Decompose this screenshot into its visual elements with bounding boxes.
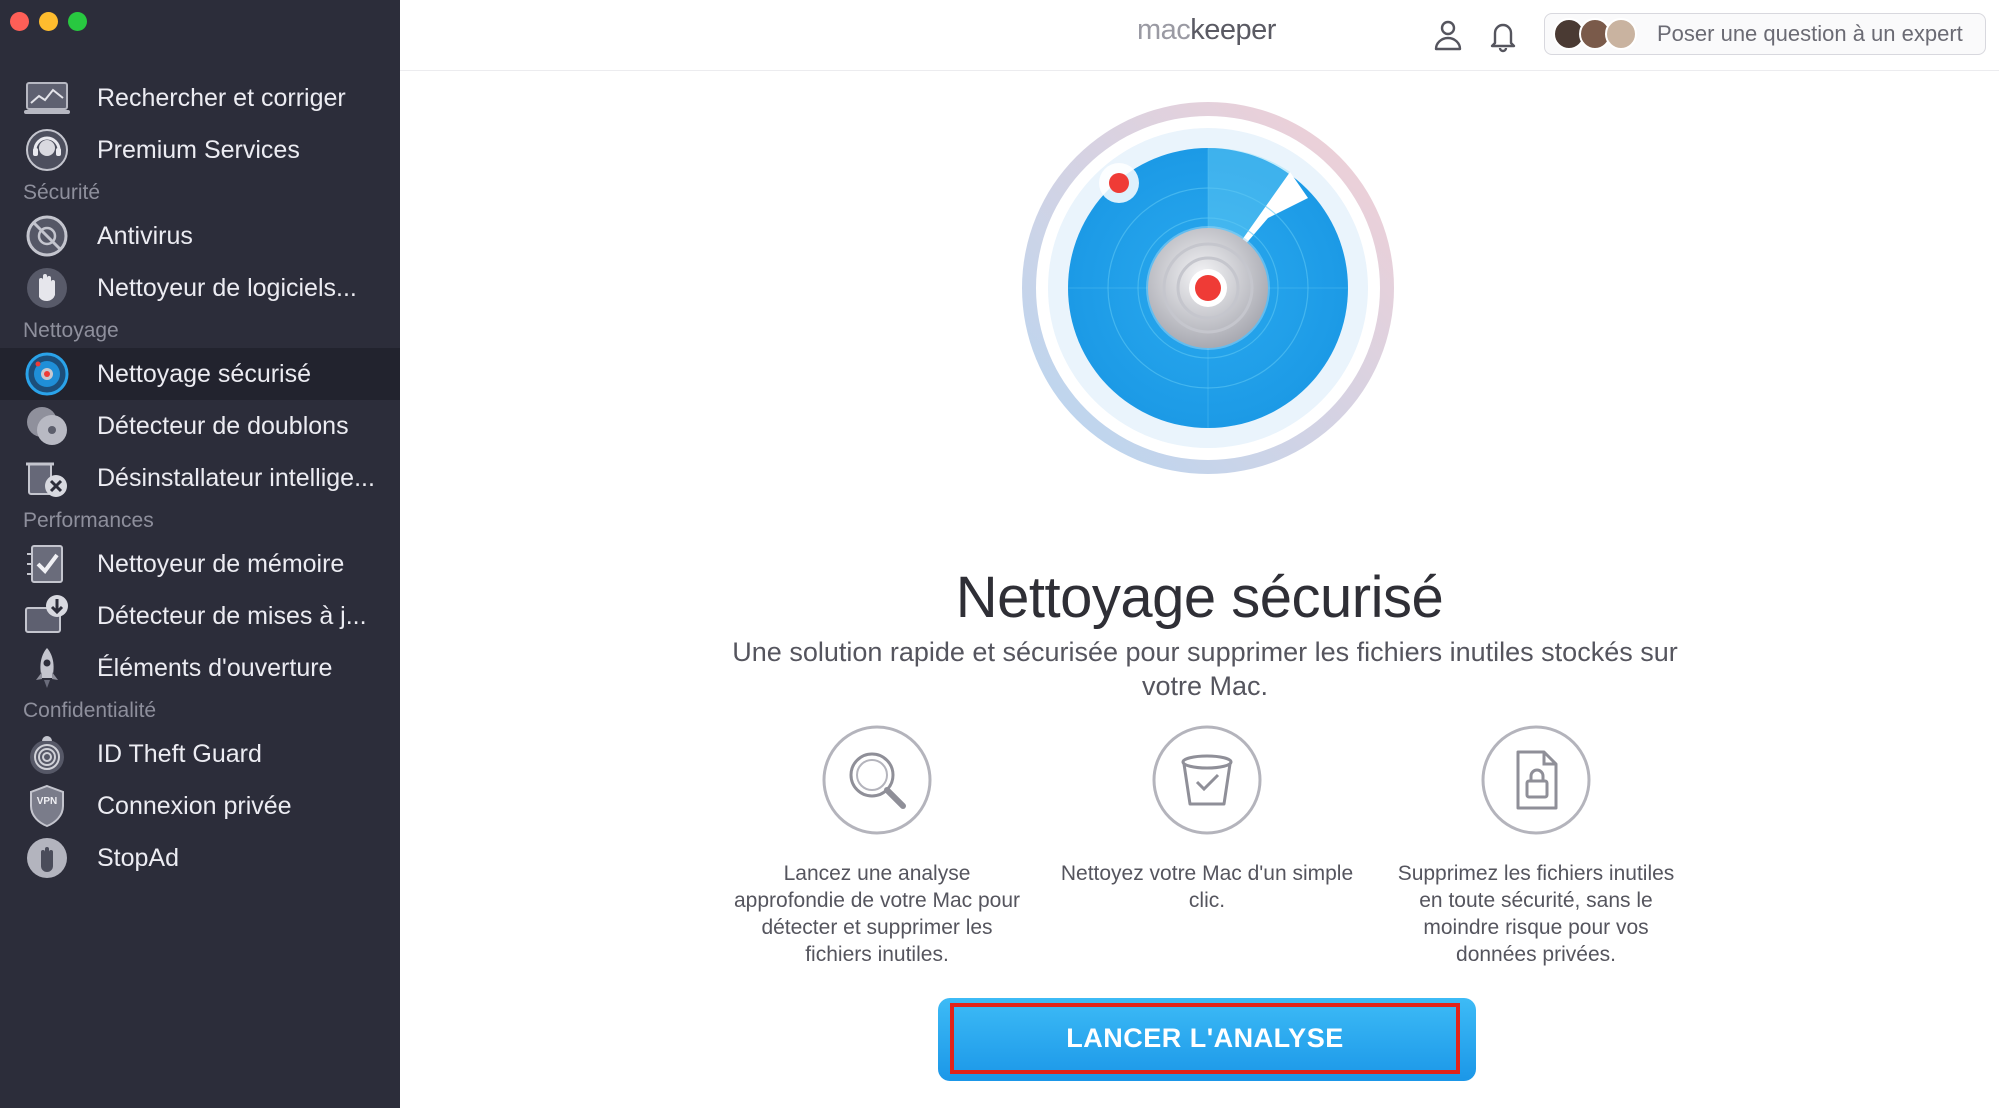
section-label-nettoyage: Nettoyage (23, 319, 119, 342)
zoom-window-button[interactable] (68, 12, 87, 31)
sidebar: Rechercher et corriger Premium Services … (0, 0, 400, 1108)
sidebar-item-label: Nettoyeur de logiciels... (97, 273, 357, 302)
sidebar-item-stopad[interactable]: StopAd (0, 832, 400, 884)
feature-scan: Lancez une analyse approfondie de votre … (727, 724, 1027, 968)
sidebar-item-label: StopAd (97, 843, 180, 872)
sidebar-item-elements-d-ouverture[interactable]: Éléments d'ouverture (0, 642, 400, 694)
account-icon[interactable] (1430, 17, 1466, 53)
magnifier-icon (822, 725, 932, 835)
sidebar-item-label: Nettoyage sécurisé (97, 359, 312, 388)
radar-icon (25, 352, 69, 396)
sidebar-item-label: Détecteur de doublons (97, 411, 349, 440)
sidebar-item-detecteur-de-mises-a-jour[interactable]: Détecteur de mises à j... (0, 590, 400, 642)
locked-file-icon (1481, 725, 1591, 835)
sidebar-item-id-theft-guard[interactable]: ID Theft Guard (0, 728, 400, 780)
feature-text: Lancez une analyse approfondie de votre … (733, 862, 1020, 966)
bell-icon[interactable] (1485, 17, 1521, 53)
sidebar-item-desinstallateur[interactable]: Désinstallateur intellige... (0, 452, 400, 504)
brand-logo: mackeeper (1137, 14, 1276, 47)
radar-hero-icon (1022, 102, 1394, 474)
sidebar-item-label: Connexion privée (97, 791, 292, 820)
page-title: Nettoyage sécurisé (955, 564, 1444, 630)
expert-avatars (1553, 18, 1637, 50)
section-label-securite: Sécurité (23, 181, 101, 204)
uninstaller-icon (26, 462, 67, 497)
sidebar-item-label: Premium Services (97, 135, 300, 164)
duplicates-icon (27, 407, 67, 445)
start-scan-button[interactable]: LANCER L'ANALYSE (950, 1003, 1460, 1074)
feature-clean: Nettoyez votre Mac d'un simple clic. (1057, 724, 1357, 914)
sidebar-item-antivirus[interactable]: Antivirus (0, 210, 400, 262)
fingerprint-icon (30, 736, 64, 774)
sidebar-item-label: Détecteur de mises à j... (97, 601, 367, 630)
minimize-window-button[interactable] (39, 12, 58, 31)
top-header: mackeeper Poser une question à un expert (400, 0, 1999, 71)
sidebar-item-label: Désinstallateur intellige... (97, 463, 375, 492)
feature-text: Supprimez les fichiers inutiles en toute… (1397, 862, 1675, 966)
sidebar-item-nettoyage-securise[interactable]: Nettoyage sécurisé (0, 348, 400, 400)
svg-text:VPN: VPN (37, 796, 58, 807)
sidebar-item-label: Nettoyeur de mémoire (97, 549, 345, 578)
headset-support-icon (26, 129, 68, 171)
sidebar-item-connexion-privee[interactable]: VPN Connexion privée (0, 780, 400, 832)
sidebar-item-label: Antivirus (97, 221, 193, 250)
sidebar-item-label: Éléments d'ouverture (97, 653, 333, 682)
brand-suffix: keeper (1190, 14, 1276, 46)
avatar (1605, 18, 1637, 50)
close-window-button[interactable] (10, 12, 29, 31)
trash-check-icon (1152, 725, 1262, 835)
rocket-icon (36, 648, 58, 688)
sidebar-item-nettoyeur-de-logiciels[interactable]: Nettoyeur de logiciels... (0, 262, 400, 314)
scan-button-container: LANCER L'ANALYSE (938, 998, 1476, 1081)
sidebar-nav: Rechercher et corriger Premium Services … (0, 72, 400, 884)
sidebar-item-detecteur-de-doublons[interactable]: Détecteur de doublons (0, 400, 400, 452)
stopad-hand-icon (27, 838, 67, 878)
ask-expert-label: Poser une question à un expert (1657, 21, 1963, 46)
feature-secure: Supprimez les fichiers inutiles en toute… (1386, 724, 1686, 968)
memory-checklist-icon (27, 545, 63, 583)
section-label-performances: Performances (23, 509, 154, 532)
page-subtitle: Une solution rapide et sécurisée pour su… (732, 637, 1678, 701)
antivirus-icon (26, 215, 68, 257)
sidebar-item-rechercher-et-corriger[interactable]: Rechercher et corriger (0, 72, 400, 124)
window-controls (10, 12, 87, 31)
update-download-icon (25, 595, 68, 633)
section-label-confidentialite: Confidentialité (23, 699, 157, 722)
sidebar-item-label: Rechercher et corriger (97, 83, 346, 112)
sidebar-item-label: ID Theft Guard (97, 739, 262, 768)
hand-stop-icon (27, 268, 67, 308)
ask-expert-button[interactable]: Poser une question à un expert (1544, 13, 1986, 55)
laptop-scan-icon (24, 82, 70, 114)
sidebar-item-premium-services[interactable]: Premium Services (0, 124, 400, 176)
feature-text: Nettoyez votre Mac d'un simple clic. (1060, 862, 1354, 912)
brand-prefix: mac (1137, 14, 1191, 46)
sidebar-item-nettoyeur-de-memoire[interactable]: Nettoyeur de mémoire (0, 538, 400, 590)
vpn-shield-icon: VPN (30, 784, 64, 828)
